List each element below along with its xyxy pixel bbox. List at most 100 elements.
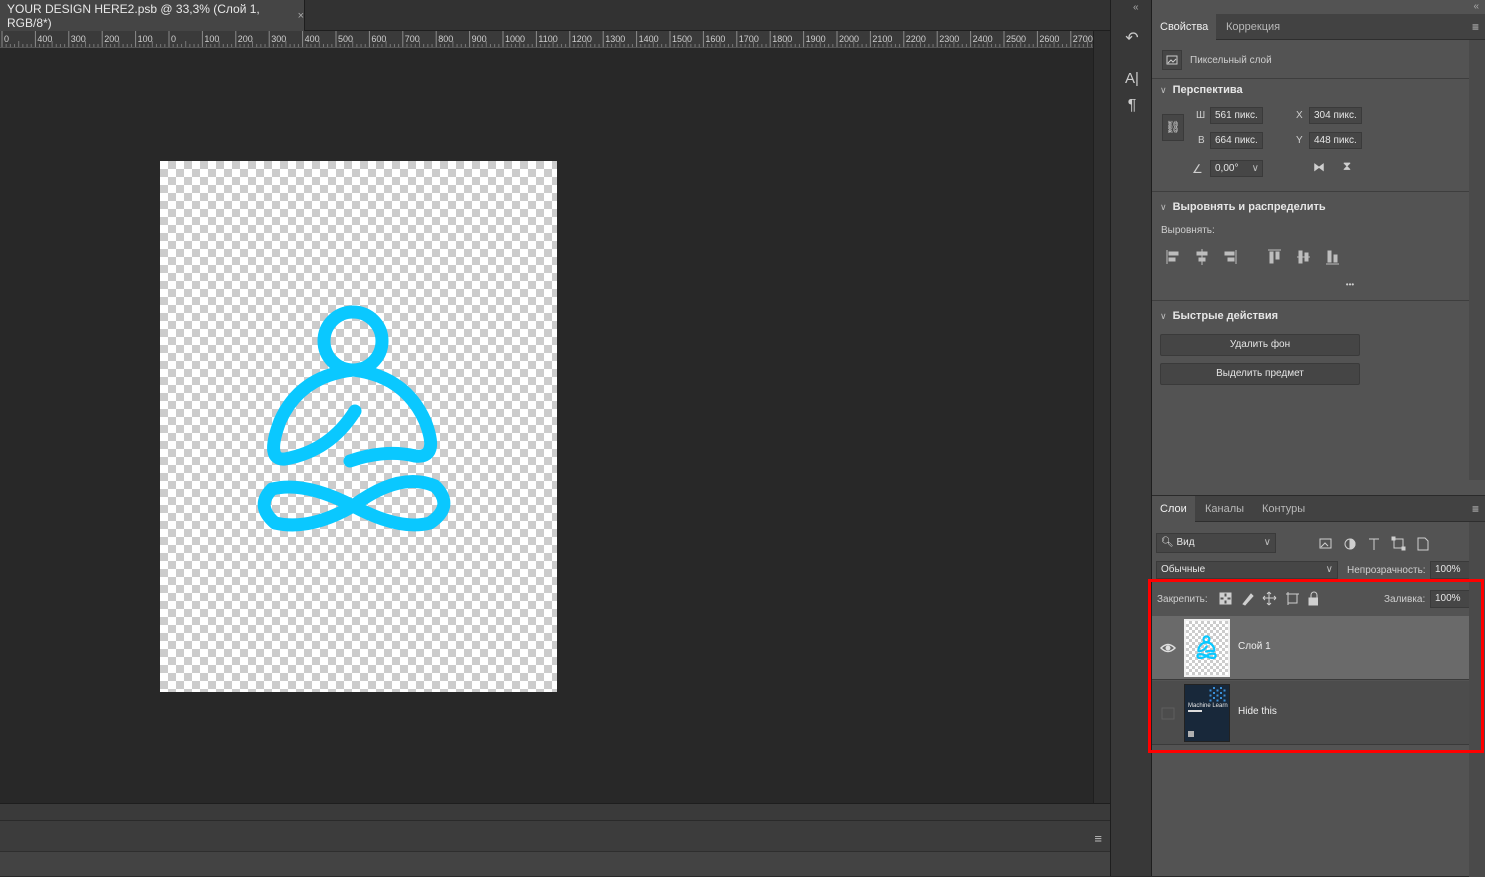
height-field[interactable]: 664 пикс. [1210,132,1263,149]
lock-icons [1219,591,1318,606]
paragraph-icon[interactable]: ¶ [1119,94,1145,118]
panel-menu-icon[interactable]: ≡ [1472,20,1479,34]
ruler-tick-label: 300 [71,34,86,44]
thumb-dot [1213,692,1215,694]
close-icon[interactable]: × [298,10,304,22]
align-center-v-icon [1297,250,1310,264]
flip-horizontal-icon[interactable]: ⧓ [1310,160,1328,174]
x-field[interactable]: 304 пикс. [1309,107,1362,124]
tab-layers[interactable]: Слои [1152,496,1195,522]
layers-tabs: Слои Каналы Контуры ≡ [1152,496,1485,522]
fill-label: Заливка: [1384,594,1426,605]
ruler-tick-label: 1900 [806,34,826,44]
meditation-figure-icon [257,305,451,532]
x-label: X [1296,110,1303,121]
eye-icon[interactable] [1159,640,1177,656]
opacity-label: Непрозрачность: [1347,565,1426,576]
align-right-icon [1224,250,1237,264]
height-label: В [1198,135,1205,146]
ruler-tick-label: 1000 [505,34,525,44]
align-label: Выровнять: [1161,225,1215,236]
layer-name[interactable]: Hide this [1238,706,1277,717]
visibility-toggle[interactable] [1160,705,1176,721]
ruler-tick-label: 2300 [939,34,959,44]
ruler-tick-label: 1700 [739,34,759,44]
lock-all-icon [1308,591,1318,606]
ruler-tick-label: 1800 [772,34,792,44]
filter-smart-object-icon [1417,537,1429,551]
thumb-dot [1209,699,1212,702]
layers-menu-icon[interactable]: ≡ [1472,502,1479,516]
ruler-tick-label: 600 [371,34,386,44]
ruler-tick-label: 1500 [672,34,692,44]
ruler-tick-label: 100 [204,34,219,44]
filter-type-icon [1369,538,1379,550]
angle-field[interactable]: 0,00° ∨ [1210,160,1263,177]
layer-row-hide-this[interactable]: Machine Learn Hide this [1152,681,1469,745]
flip-vertical-icon[interactable]: ⧗ [1338,159,1356,174]
layer-type-label: Пиксельный слой [1190,55,1272,66]
ruler-tick-label: 300 [271,34,286,44]
ruler-tick-label: 2700 [1073,34,1093,44]
thumb-dot [1220,697,1222,699]
lock-label: Закрепить: [1157,594,1208,605]
filter-shape-icon [1391,536,1406,551]
y-field[interactable]: 448 пикс. [1309,132,1362,149]
panel-collapse-icon[interactable]: « [1473,1,1479,12]
ruler-tick-label: 800 [438,34,453,44]
thumb-dot [1223,699,1226,702]
collapse-icon[interactable]: « [1133,2,1139,13]
layer-row-sloy1[interactable]: Слой 1 [1152,616,1469,680]
align-section-title[interactable]: ∨ Выровнять и распределить [1160,201,1326,213]
layers-scrollbar[interactable] [1469,522,1485,877]
width-field[interactable]: 561 пикс. [1210,107,1263,124]
ruler-ticks: 0 400 300 200 100 0 100 200 300 400 500 600 700 800 90… [1,31,1093,47]
remove-background-button[interactable]: Удалить фон [1160,334,1360,356]
document-tab-bar: YOUR DESIGN HERE2.psb @ 33,3% (Слой 1, R… [0,0,1110,31]
thumb-dot [1220,692,1222,694]
properties-scrollbar[interactable] [1469,40,1485,480]
search-icon: 🔍︎ [1161,537,1174,548]
pixel-layer-icon [1162,50,1182,70]
document-canvas[interactable] [160,161,557,692]
y-label: Y [1296,135,1303,146]
lock-position-icon [1262,591,1277,606]
properties-panel: Свойства Коррекция ≡ Пиксельный слой ∨ Пе… [1152,14,1485,494]
ruler-tick-label: 0 [4,34,9,44]
vertical-scrollbar[interactable] [1093,31,1110,803]
layers-panel: Слои Каналы Контуры ≡ 🔍︎ Вид ∨ Обычные ∨ … [1152,495,1485,877]
ruler-tick-label: 1600 [705,34,725,44]
layer-name[interactable]: Слой 1 [1238,641,1271,652]
select-subject-button[interactable]: Выделить предмет [1160,363,1360,385]
history-icon[interactable]: ↶ [1119,26,1145,50]
thumb-dot [1216,694,1219,697]
tab-adjustments[interactable]: Коррекция [1218,14,1288,40]
quick-actions-section-title[interactable]: ∨ Быстрые действия [1160,310,1278,322]
ruler-tick-label: 100 [138,34,153,44]
angle-icon: ∠ [1192,162,1203,176]
ruler-tick-label: 2200 [906,34,926,44]
ruler-tick-label: 500 [338,34,353,44]
tab-properties[interactable]: Свойства [1152,14,1217,40]
properties-tabs: Свойства Коррекция ≡ [1152,14,1485,40]
layer-filter-select[interactable]: 🔍︎ Вид ∨ [1156,533,1276,553]
ruler-tick-label: 400 [305,34,320,44]
tab-channels[interactable]: Каналы [1197,496,1252,522]
lock-transparent-icon [1219,592,1232,605]
ruler-tick-label: 200 [104,34,119,44]
align-bottom-icon [1326,250,1339,265]
ruler-tick-label: 2500 [1006,34,1026,44]
document-tab[interactable]: YOUR DESIGN HERE2.psb @ 33,3% (Слой 1, R… [0,0,305,31]
more-options-icon[interactable]: ••• [1340,280,1360,289]
ruler-tick-label: 2400 [973,34,993,44]
bottom-panel-menu-icon[interactable]: ≡ [1094,831,1102,846]
horizontal-scrollbar[interactable] [0,803,1110,820]
horizontal-ruler[interactable]: 0 400 300 200 100 0 100 200 300 400 500 600 700 800 90… [0,31,1093,48]
character-icon[interactable]: A| [1119,66,1145,90]
transform-section-title[interactable]: ∨ Перспектива [1160,84,1243,96]
lock-artboard-icon [1286,592,1299,605]
link-icon[interactable]: ⛓ [1162,114,1184,141]
blend-mode-select[interactable]: Обычные ∨ [1156,561,1338,579]
tab-paths[interactable]: Контуры [1254,496,1313,522]
ruler-tick-label: 1400 [639,34,659,44]
